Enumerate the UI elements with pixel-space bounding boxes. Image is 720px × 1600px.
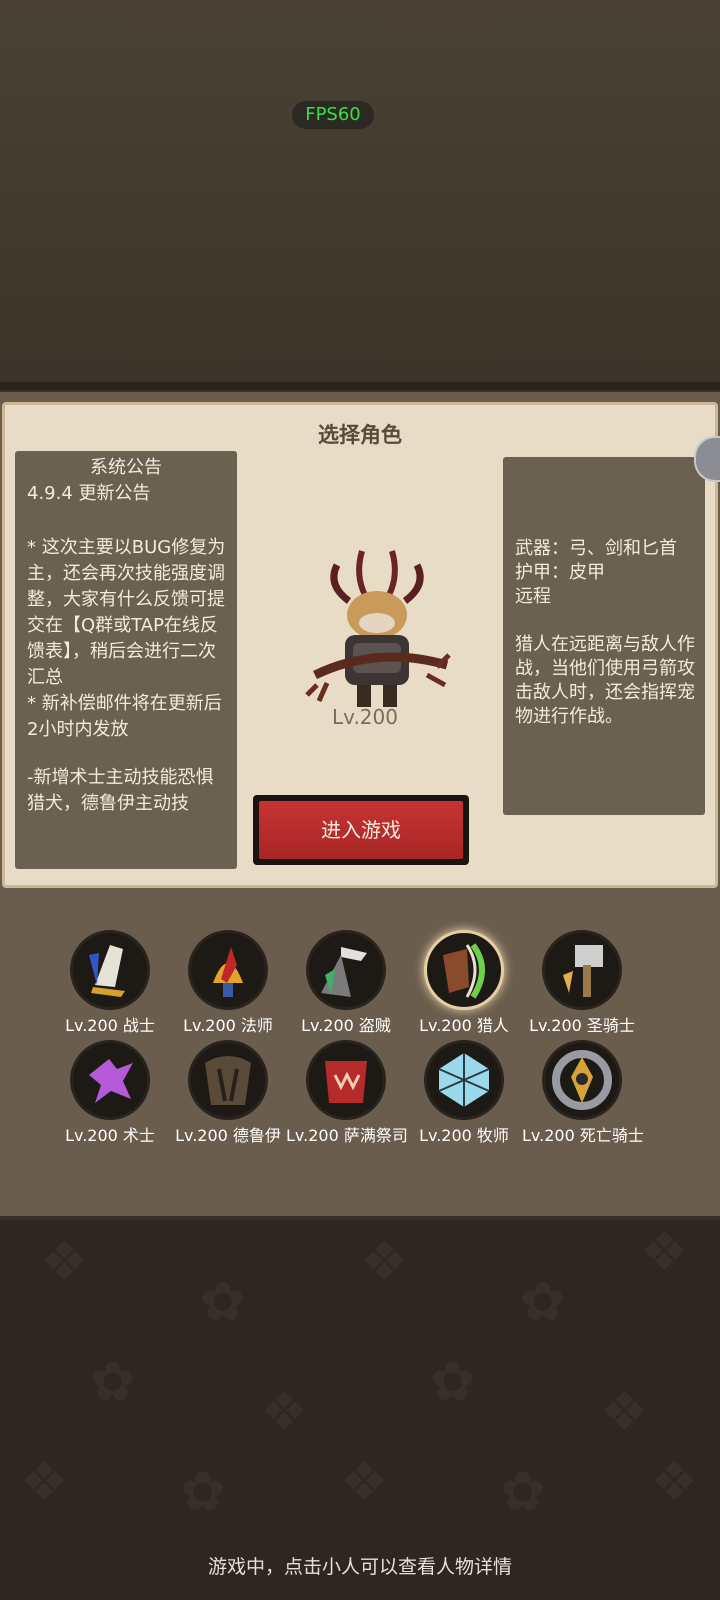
class-paladin[interactable]: Lv.200 圣骑士 [522,930,642,1036]
fps-counter: FPS60 [292,101,374,129]
class-label: Lv.200 猎人 [419,1016,509,1035]
pattern-icon: ✿ [180,1460,226,1523]
warlock-icon [70,1040,150,1120]
pattern-icon: ❖ [650,1450,699,1513]
pattern-icon: ✿ [90,1350,136,1413]
class-warrior[interactable]: Lv.200 战士 [50,930,170,1036]
class-label: Lv.200 死亡骑士 [522,1126,644,1145]
druid-icon [188,1040,268,1120]
pattern-icon: ❖ [40,1230,89,1293]
class-hunter[interactable]: Lv.200 猎人 [404,930,524,1036]
pattern-icon: ❖ [340,1450,389,1513]
class-label: Lv.200 萨满祭司 [286,1126,408,1145]
notice-version: 4.9.4 更新公告 [27,483,151,504]
class-info: 武器：弓、剑和匕首 护甲：皮甲 远程 猎人在远距离与敌人作战，当他们使用弓箭攻击… [503,457,705,815]
pattern-icon: ✿ [430,1350,476,1413]
class-label: Lv.200 法师 [183,1016,273,1035]
class-mage[interactable]: Lv.200 法师 [168,930,288,1036]
notice-title: 系统公告 [90,457,162,478]
armor-info: 护甲：皮甲 [515,562,605,583]
class-label: Lv.200 术士 [65,1126,155,1145]
rogue-icon [306,930,386,1010]
warrior-icon [70,930,150,1010]
pattern-icon: ❖ [260,1380,309,1443]
top-background: FPS60 [0,0,720,386]
class-label: Lv.200 盗贼 [301,1016,391,1035]
shaman-icon [306,1040,386,1120]
hunter-character-portrait[interactable] [297,545,457,715]
class-rogue[interactable]: Lv.200 盗贼 [286,930,406,1036]
weapon-info: 武器：弓、剑和匕首 [515,538,677,559]
class-label: Lv.200 德鲁伊 [175,1126,281,1145]
range-info: 远程 [515,586,551,607]
pattern-icon: ❖ [20,1450,69,1513]
class-description: 猎人在远距离与敌人作战，当他们使用弓箭攻击敌人时，还会指挥宠物进行作战。 [515,634,695,727]
notice-paragraph: -新增术士主动技能恐惧猎犬，德鲁伊主动技 [27,767,214,814]
panel-title: 选择角色 [318,423,402,447]
class-death-knight[interactable]: Lv.200 死亡骑士 [522,1040,644,1146]
class-priest[interactable]: Lv.200 牧师 [404,1040,524,1146]
system-notice[interactable]: 系统公告 4.9.4 更新公告 * 这次主要以BUG修复为主，还会再次技能强度调… [15,451,237,869]
pattern-icon: ✿ [520,1270,566,1333]
pattern-icon: ✿ [500,1460,546,1523]
bottom-hint: 游戏中，点击小人可以查看人物详情 [207,1556,512,1578]
notice-paragraph: * 新补偿邮件将在更新后2小时内发放 [27,693,222,740]
selected-level: Lv.200 [332,705,398,729]
bottom-background: ❖ ✿ ❖ ✿ ❖ ✿ ❖ ✿ ❖ ❖ ✿ ❖ ✿ ❖ [0,1210,720,1600]
priest-icon [424,1040,504,1120]
notice-paragraph: * 这次主要以BUG修复为主，还会再次技能强度调整，大家有什么反馈可提交在【Q群… [27,537,226,688]
death-knight-icon [542,1040,622,1120]
class-label: Lv.200 圣骑士 [529,1016,635,1035]
enter-game-button[interactable]: 进入游戏 [253,795,469,865]
class-label: Lv.200 牧师 [419,1126,509,1145]
pattern-icon: ❖ [360,1230,409,1293]
class-druid[interactable]: Lv.200 德鲁伊 [168,1040,288,1146]
pattern-icon: ❖ [640,1220,689,1283]
character-panel: 选择角色 系统公告 4.9.4 更新公告 * 这次主要以BUG修复为主，还会再次… [2,402,718,888]
pattern-icon: ✿ [200,1270,246,1333]
pattern-icon: ❖ [600,1380,649,1443]
class-label: Lv.200 战士 [65,1016,155,1035]
mage-icon [188,930,268,1010]
class-shaman[interactable]: Lv.200 萨满祭司 [286,1040,408,1146]
hunter-icon [424,930,504,1010]
enter-game-label: 进入游戏 [259,801,463,859]
paladin-icon [542,930,622,1010]
class-warlock[interactable]: Lv.200 术士 [50,1040,170,1146]
